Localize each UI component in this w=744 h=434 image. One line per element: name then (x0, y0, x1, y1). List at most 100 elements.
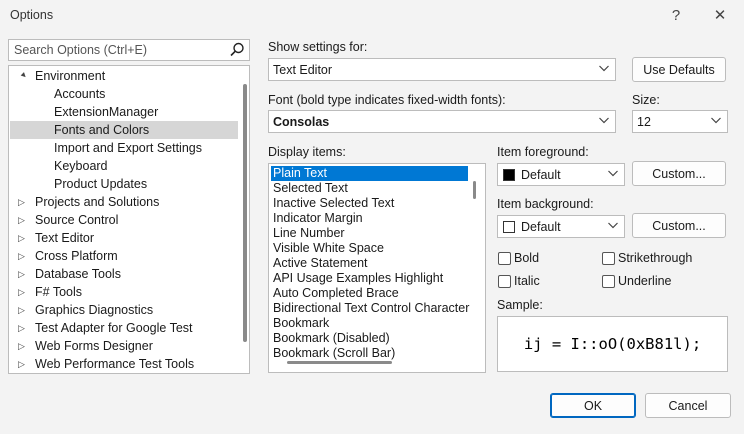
collapse-icon[interactable]: ▲ (13, 66, 33, 86)
chevron-down-icon (608, 170, 618, 177)
strikethrough-checkbox[interactable] (602, 252, 615, 265)
chevron-down-icon (599, 65, 609, 72)
display-item[interactable]: Bookmark (271, 316, 468, 331)
search-input[interactable]: Search Options (Ctrl+E) (14, 43, 147, 57)
display-items-list[interactable]: Plain Text Selected Text Inactive Selected… (268, 163, 486, 373)
chevron-down-icon (599, 117, 609, 124)
display-item[interactable]: Plain Text (271, 166, 468, 181)
font-label: Font (bold type indicates fixed-width fo… (268, 93, 506, 107)
tree-item-label: Import and Export Settings (54, 141, 202, 155)
display-item[interactable]: Line Number (271, 226, 468, 241)
size-value: 12 (637, 115, 651, 129)
tree-item[interactable]: ▷ Test Adapter for Google Test (10, 319, 238, 337)
underline-checkbox[interactable] (602, 275, 615, 288)
item-background-combo[interactable]: Default (497, 215, 625, 238)
tree-item[interactable]: ▷ Graphics Diagnostics (10, 301, 238, 319)
tree-item[interactable]: Fonts and Colors (10, 121, 238, 139)
window-title: Options (10, 8, 54, 22)
tree-item[interactable]: ▷ Web Forms Designer (10, 337, 238, 355)
search-icon[interactable] (228, 41, 246, 59)
strikethrough-label: Strikethrough (618, 251, 693, 265)
display-item[interactable]: Visible White Space (271, 241, 468, 256)
tree-item-label: Database Tools (35, 267, 121, 281)
tree-item-label: Source Control (35, 213, 119, 227)
tree-item[interactable]: ▷ Text Editor (10, 229, 238, 247)
tree-scrollbar[interactable] (243, 84, 247, 342)
tree-item-label: Text Editor (35, 231, 95, 245)
tree-item[interactable]: ExtensionManager (10, 103, 238, 121)
foreground-custom-button[interactable]: Custom... (632, 161, 726, 186)
tree-item-label: Accounts (54, 87, 106, 101)
tree-item-label: Keyboard (54, 159, 108, 173)
list-hscrollbar[interactable] (287, 361, 392, 364)
display-item[interactable]: Bookmark (Disabled) (271, 331, 468, 346)
sample-label: Sample: (497, 298, 543, 312)
use-defaults-button[interactable]: Use Defaults (632, 57, 726, 82)
tree-item[interactable]: Keyboard (10, 157, 238, 175)
expand-icon[interactable]: ▷ (18, 265, 28, 283)
expand-icon[interactable]: ▷ (18, 193, 28, 211)
expand-icon[interactable]: ▷ (18, 301, 28, 319)
help-button[interactable]: ? (660, 2, 692, 28)
item-background-label: Item background: (497, 197, 594, 211)
tree-item-label: Graphics Diagnostics (35, 303, 154, 317)
show-settings-combo[interactable]: Text Editor (268, 58, 616, 81)
expand-icon[interactable]: ▷ (18, 211, 28, 229)
search-box[interactable]: Search Options (Ctrl+E) (8, 39, 250, 61)
tree-item-label: Web Performance Test Tools (35, 357, 195, 371)
expand-icon[interactable]: ▷ (18, 283, 28, 301)
list-vscrollbar[interactable] (473, 181, 476, 199)
expand-icon[interactable]: ▷ (18, 247, 28, 265)
show-settings-label: Show settings for: (268, 40, 368, 54)
item-foreground-combo[interactable]: Default (497, 163, 625, 186)
underline-label: Underline (618, 274, 672, 288)
item-foreground-label: Item foreground: (497, 145, 589, 159)
tree-item[interactable]: Accounts (10, 85, 238, 103)
expand-icon[interactable]: ▷ (18, 229, 28, 247)
bold-checkbox[interactable] (498, 252, 511, 265)
tree-item[interactable]: Product Updates (10, 175, 238, 193)
tree-item-label: Product Updates (54, 177, 148, 191)
display-item[interactable]: Active Statement (271, 256, 468, 271)
item-foreground-value: Default (521, 168, 561, 182)
expand-icon[interactable]: ▷ (18, 337, 28, 355)
chevron-down-icon (711, 117, 721, 124)
sample-preview: ij = I::oO(0xB81l); (497, 316, 728, 372)
background-custom-button[interactable]: Custom... (632, 213, 726, 238)
tree-item[interactable]: ▷ Database Tools (10, 265, 238, 283)
font-value: Consolas (273, 115, 330, 129)
tree-item[interactable]: ▷ Source Control (10, 211, 238, 229)
expand-icon[interactable]: ▷ (18, 319, 28, 337)
tree-item[interactable]: ▷ Cross Platform (10, 247, 238, 265)
tree-item-label: Test Adapter for Google Test (35, 321, 193, 335)
close-button[interactable]: ✕ (704, 2, 736, 28)
display-item[interactable]: Bidirectional Text Control Character (271, 301, 469, 316)
italic-label: Italic (514, 274, 540, 288)
cancel-button[interactable]: Cancel (645, 393, 731, 418)
display-items-label: Display items: (268, 145, 346, 159)
options-tree[interactable]: ▲ Environment Accounts ExtensionManager Font… (8, 65, 250, 374)
display-item[interactable]: Auto Completed Brace (271, 286, 468, 301)
sample-text: ij = I::oO(0xB81l); (523, 335, 702, 353)
ok-button[interactable]: OK (550, 393, 636, 418)
display-item[interactable]: API Usage Examples Highlight (271, 271, 468, 286)
italic-checkbox[interactable] (498, 275, 511, 288)
display-item[interactable]: Indicator Margin (271, 211, 468, 226)
item-background-value: Default (521, 220, 561, 234)
tree-item-label: Projects and Solutions (35, 195, 160, 209)
display-item[interactable]: Selected Text (271, 181, 468, 196)
size-combo[interactable]: 12 (632, 110, 728, 133)
tree-item[interactable]: ▷ Web Performance Test Tools (10, 355, 238, 373)
display-item[interactable]: Bookmark (Scroll Bar) (271, 346, 468, 361)
tree-item[interactable]: ▲ Environment (10, 67, 238, 85)
display-item[interactable]: Inactive Selected Text (271, 196, 468, 211)
font-combo[interactable]: Consolas (268, 110, 616, 133)
size-label: Size: (632, 93, 660, 107)
background-color-swatch (503, 221, 515, 233)
tree-item-label: Cross Platform (35, 249, 118, 263)
expand-icon[interactable]: ▷ (18, 355, 28, 373)
show-settings-value: Text Editor (273, 63, 333, 77)
tree-item[interactable]: ▷ Projects and Solutions (10, 193, 238, 211)
tree-item[interactable]: ▷ F# Tools (10, 283, 238, 301)
tree-item[interactable]: Import and Export Settings (10, 139, 238, 157)
